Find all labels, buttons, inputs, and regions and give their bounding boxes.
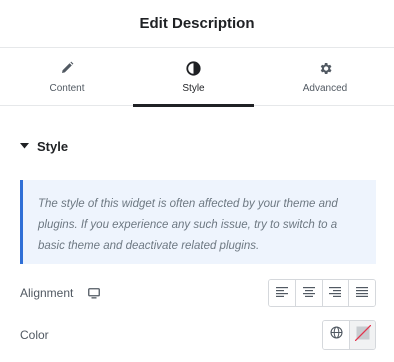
no-color-icon — [354, 324, 371, 346]
tab-content[interactable]: Content — [6, 48, 128, 106]
page-title: Edit Description — [139, 15, 255, 32]
align-justify-icon — [356, 284, 369, 302]
pencil-icon — [59, 60, 75, 76]
tab-style[interactable]: Style — [133, 48, 254, 107]
align-right-button[interactable] — [322, 280, 350, 306]
tab-label: Style — [182, 83, 205, 94]
contrast-icon — [186, 60, 202, 76]
info-notice: The style of this widget is often affect… — [20, 180, 376, 264]
tab-bar: Content Style Advanced — [0, 48, 394, 107]
desktop-icon[interactable] — [87, 286, 101, 300]
alignment-label: Alignment — [20, 286, 74, 300]
align-center-button[interactable] — [295, 280, 323, 306]
caret-down-icon — [20, 141, 30, 151]
color-swatch[interactable] — [350, 321, 375, 349]
color-picker-group — [322, 320, 376, 350]
tab-label: Advanced — [302, 83, 348, 94]
globe-icon — [329, 326, 343, 344]
color-control: Color — [20, 320, 376, 350]
align-left-button[interactable] — [269, 280, 296, 306]
alignment-button-group — [268, 279, 376, 307]
section-title: Style — [37, 138, 69, 154]
align-right-icon — [329, 284, 342, 302]
tab-advanced[interactable]: Advanced — [258, 48, 392, 106]
align-center-icon — [302, 284, 315, 302]
color-label: Color — [20, 328, 49, 342]
align-left-icon — [275, 284, 288, 302]
align-justify-button[interactable] — [349, 280, 375, 306]
gear-icon — [317, 60, 333, 76]
tab-label: Content — [49, 83, 85, 94]
global-colors-button[interactable] — [323, 321, 350, 349]
alignment-control: Alignment — [20, 279, 376, 307]
notice-text: The style of this widget is often affect… — [38, 198, 338, 252]
section-toggle-style[interactable]: Style — [20, 136, 68, 156]
panel-header: Edit Description — [0, 0, 394, 48]
